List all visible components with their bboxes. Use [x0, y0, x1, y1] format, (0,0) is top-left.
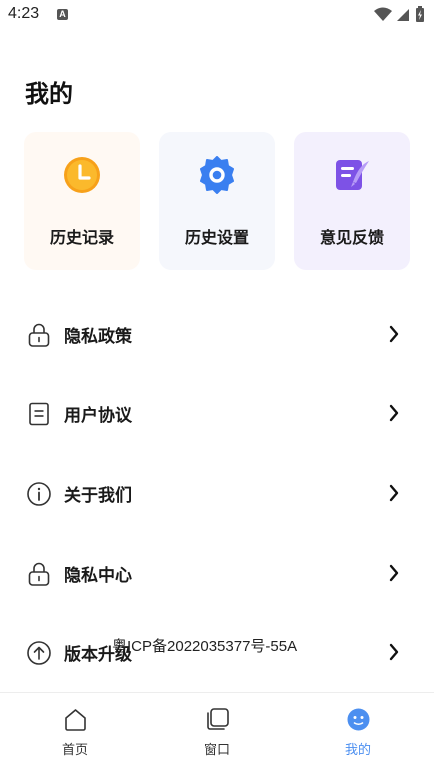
- system-icons: [374, 6, 424, 22]
- menu-item-label: 隐私政策: [64, 327, 132, 347]
- tab-mine[interactable]: 我的: [308, 693, 408, 763]
- tab-windows[interactable]: 窗口: [167, 693, 267, 763]
- tab-label: 我的: [344, 743, 371, 758]
- menu-item-privacy-policy[interactable]: 隐私政策: [0, 306, 434, 362]
- card-feedback[interactable]: 意见反馈: [294, 132, 410, 270]
- info-icon: [27, 482, 51, 506]
- cellular-icon: [397, 9, 409, 21]
- page-title: 我的: [25, 80, 73, 108]
- chevron-right-icon: [389, 484, 399, 502]
- menu-item-user-agreement[interactable]: 用户协议: [0, 385, 434, 441]
- document-icon: [29, 402, 49, 426]
- tab-label: 窗口: [203, 743, 230, 758]
- battery-icon: [416, 6, 424, 22]
- card-label: 历史记录: [49, 228, 114, 247]
- upgrade-icon: [27, 641, 51, 665]
- menu-item-about-us[interactable]: 关于我们: [0, 465, 434, 521]
- lock-icon: [28, 323, 50, 347]
- status-bar: 4:23 A: [0, 0, 434, 30]
- tab-label: 首页: [61, 743, 88, 758]
- menu-item-label: 用户协议: [64, 406, 132, 426]
- chevron-right-icon: [389, 643, 399, 661]
- menu-item-label: 隐私中心: [64, 566, 132, 586]
- feedback-icon: [336, 160, 369, 190]
- card-label: 意见反馈: [319, 228, 384, 247]
- lock-icon: [28, 562, 50, 586]
- card-label: 历史设置: [184, 228, 249, 247]
- profile-icon: [347, 708, 370, 731]
- gear-icon: [200, 156, 234, 194]
- chevron-right-icon: [389, 325, 399, 343]
- card-history-records[interactable]: 历史记录: [24, 132, 140, 270]
- notification-icon: A: [57, 9, 68, 20]
- clock-icon: [64, 157, 100, 193]
- windows-icon: [207, 708, 229, 730]
- home-icon: [65, 709, 86, 731]
- status-time: 4:23: [8, 5, 40, 22]
- bottom-tab-bar: 首页 窗口 我的: [0, 692, 434, 772]
- chevron-right-icon: [389, 564, 399, 582]
- icp-registration-text[interactable]: 粤ICP备2022035377号-55A: [112, 635, 297, 656]
- chevron-right-icon: [389, 404, 399, 422]
- menu-item-privacy-center[interactable]: 隐私中心: [0, 545, 434, 601]
- wifi-icon: [374, 7, 392, 21]
- tab-home[interactable]: 首页: [25, 693, 125, 763]
- card-history-settings[interactable]: 历史设置: [159, 132, 275, 270]
- menu-item-label: 关于我们: [64, 486, 132, 506]
